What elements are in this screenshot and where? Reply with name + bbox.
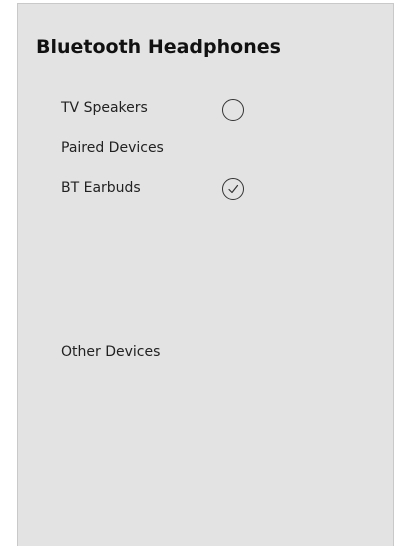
device-label-tv-speakers[interactable]: TV Speakers: [61, 100, 148, 116]
radio-empty-icon[interactable]: [222, 99, 244, 121]
section-header-paired-devices: Paired Devices: [61, 140, 164, 156]
bluetooth-panel: Bluetooth Headphones TV Speakers Paired …: [17, 3, 394, 546]
panel-title: Bluetooth Headphones: [36, 36, 281, 58]
device-label-bt-earbuds[interactable]: BT Earbuds: [61, 180, 141, 196]
checkmark-icon: [228, 184, 239, 194]
section-header-other-devices: Other Devices: [61, 344, 161, 360]
radio-check-icon[interactable]: [222, 178, 244, 200]
